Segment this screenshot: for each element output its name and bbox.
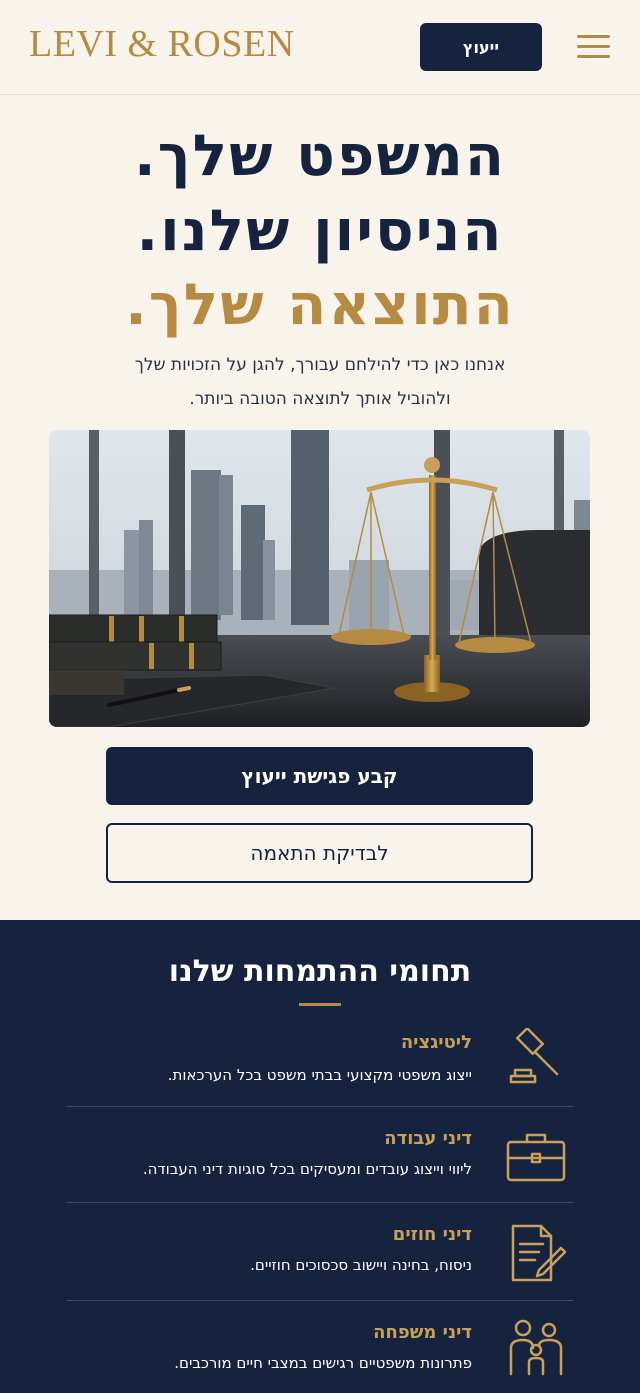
family-icon xyxy=(505,1316,567,1378)
hero-subtitle-line1: אנחנו כאן כדי להילחם עבורך, להגן על הזכו… xyxy=(134,355,506,375)
book-consultation-button[interactable]: קבע פגישת ייעוץ xyxy=(106,747,533,805)
divider xyxy=(67,1106,573,1107)
practice-item-title: דיני עבודה xyxy=(384,1128,472,1149)
title-underline xyxy=(299,1003,341,1006)
practice-item-desc: ליווי וייצוג עובדים ומעסיקים בכל סוגיות … xyxy=(142,1160,472,1178)
divider xyxy=(67,1202,573,1203)
practice-item-litigation[interactable]: ליטיגציה ייצוג משפטי מקצועי בבתי משפט בכ… xyxy=(67,1022,573,1108)
practice-item-desc: ייצוג משפטי מקצועי בבתי משפט בכל הערכאות… xyxy=(167,1066,472,1084)
practice-item-title: דיני חוזים xyxy=(392,1224,472,1245)
practice-areas-section: תחומי ההתמחות שלנו ליטיגציה ייצוג משפטי … xyxy=(0,920,640,1393)
hamburger-menu-icon[interactable] xyxy=(577,35,610,61)
practice-areas-title: תחומי ההתמחות שלנו xyxy=(168,954,472,989)
hero-headline-line2: הניסיון שלנו. xyxy=(136,198,504,264)
practice-item-contract-law[interactable]: דיני חוזים ניסוח, בחינה ויישוב סכסוכים ח… xyxy=(67,1214,573,1300)
practice-item-family-law[interactable]: דיני משפחה פתרונות משפטיים רגישים במצבי … xyxy=(67,1312,573,1393)
contract-icon xyxy=(505,1222,567,1284)
logo[interactable]: LEVI & ROSEN xyxy=(29,22,295,66)
practice-item-labor-law[interactable]: דיני עבודה ליווי וייצוג עובדים ומעסיקים … xyxy=(67,1118,573,1204)
hero-image-scales-of-justice xyxy=(49,430,590,727)
header-consult-button[interactable]: ייעוץ xyxy=(420,23,542,71)
briefcase-icon xyxy=(505,1126,567,1188)
gavel-icon xyxy=(505,1027,567,1090)
practice-item-desc: ניסוח, בחינה ויישוב סכסוכים חוזיים. xyxy=(250,1256,472,1274)
hero-subtitle-line2: ולהוביל אותך לתוצאה הטובה ביותר. xyxy=(189,389,451,409)
hero-headline-line1: המשפט שלך. xyxy=(134,123,506,189)
practice-item-title: ליטיגציה xyxy=(400,1032,472,1053)
eligibility-check-button[interactable]: לבדיקת התאמה xyxy=(106,823,533,883)
site-header: LEVI & ROSEN ייעוץ xyxy=(0,0,640,95)
divider xyxy=(67,1300,573,1301)
practice-item-title: דיני משפחה xyxy=(373,1322,472,1343)
practice-item-desc: פתרונות משפטיים רגישים במצבי חיים מורכבי… xyxy=(174,1354,472,1372)
hero-headline-line3: התוצאה שלך. xyxy=(125,272,515,338)
